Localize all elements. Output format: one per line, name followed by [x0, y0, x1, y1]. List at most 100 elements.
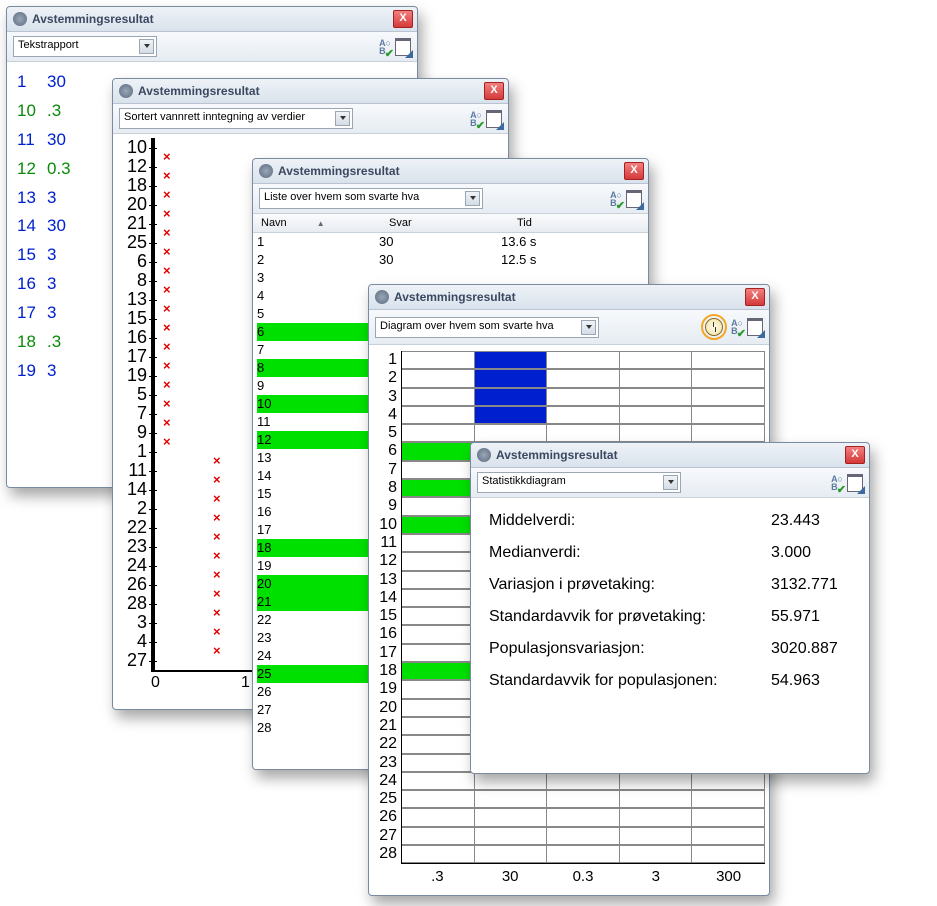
bar-cell: [547, 772, 620, 790]
close-icon[interactable]: X: [393, 10, 413, 28]
maximize-icon[interactable]: [486, 110, 502, 128]
x-mark-icon: ×: [163, 339, 171, 354]
y-axis: [151, 138, 155, 157]
clock-icon[interactable]: [705, 318, 723, 336]
titlebar[interactable]: Avstemmingsresultat X: [471, 443, 869, 468]
row-id: 17: [17, 299, 47, 328]
close-icon[interactable]: X: [745, 288, 765, 306]
row-label: 24: [373, 772, 401, 790]
row-label: 23: [121, 536, 147, 557]
bar-cell: [620, 388, 693, 406]
bar-cell: [402, 406, 475, 424]
row-label: 12: [121, 156, 147, 177]
y-axis: [151, 347, 155, 366]
bar-cell: [692, 351, 765, 369]
bar-row: 25: [373, 790, 765, 808]
ab-check-icon[interactable]: A○B✔: [731, 319, 743, 335]
bar-cell: [402, 369, 475, 387]
bar-cell: [402, 680, 475, 698]
view-select[interactable]: Statistikkdiagram: [477, 472, 681, 493]
y-axis: [151, 651, 155, 670]
cell-navn: 13: [257, 449, 379, 467]
bar-track: [401, 808, 765, 826]
ab-check-icon[interactable]: A○B✔: [610, 191, 622, 207]
view-select[interactable]: Tekstrapport: [13, 36, 157, 57]
list-row[interactable]: 13013.6 s: [257, 233, 644, 251]
maximize-icon[interactable]: [395, 38, 411, 56]
bar-track: [401, 772, 765, 790]
y-axis: [151, 366, 155, 385]
cell-navn: 19: [257, 557, 379, 575]
window-title: Avstemmingsresultat: [496, 448, 845, 462]
view-select[interactable]: Diagram over hvem som svarte hva: [375, 317, 599, 338]
stat-row: Standardavvik for prøvetaking:55.971: [489, 608, 851, 626]
x-mark-icon: ×: [163, 358, 171, 373]
bar-cell: [475, 369, 548, 387]
bar-cell: [475, 772, 548, 790]
row-label: 15: [373, 607, 401, 625]
view-select[interactable]: Liste over hvem som svarte hva: [259, 188, 483, 209]
y-axis: [151, 157, 155, 176]
x-mark-icon: ×: [163, 187, 171, 202]
bar-cell: [402, 516, 475, 534]
y-axis: [151, 480, 155, 499]
maximize-icon[interactable]: [747, 318, 763, 336]
row-label: 1: [373, 351, 401, 369]
row-label: 12: [373, 552, 401, 570]
x-mark-icon: ×: [213, 510, 221, 525]
y-axis: [151, 461, 155, 480]
bar-cell: [692, 369, 765, 387]
ab-check-icon[interactable]: A○B✔: [831, 475, 843, 491]
row-label: 24: [121, 555, 147, 576]
cell-navn: 6: [257, 323, 379, 341]
row-label: 10: [373, 516, 401, 534]
app-icon: [375, 290, 389, 304]
bar-cell: [402, 424, 475, 442]
cell-navn: 21: [257, 593, 379, 611]
bar-cell: [547, 351, 620, 369]
bar-cell: [402, 717, 475, 735]
x-mark-icon: ×: [163, 415, 171, 430]
close-icon[interactable]: X: [624, 162, 644, 180]
list-row[interactable]: 23012.5 s: [257, 251, 644, 269]
col-tid[interactable]: Tid: [513, 216, 644, 230]
stat-row: Middelverdi:23.443: [489, 512, 851, 530]
maximize-icon[interactable]: [847, 474, 863, 492]
cell-navn: 14: [257, 467, 379, 485]
y-axis: [151, 271, 155, 290]
stat-row: Standardavvik for populasjonen:54.963: [489, 672, 851, 690]
titlebar[interactable]: Avstemmingsresultat X: [113, 79, 508, 104]
titlebar[interactable]: Avstemmingsresultat X: [369, 285, 769, 310]
ab-check-icon[interactable]: A○B✔: [379, 39, 391, 55]
titlebar[interactable]: Avstemmingsresultat X: [253, 159, 648, 184]
row-label: 2: [373, 369, 401, 387]
row-label: 22: [373, 735, 401, 753]
view-select[interactable]: Sortert vannrett inntegning av verdier: [119, 108, 353, 129]
bar-cell: [402, 735, 475, 753]
y-axis: [151, 423, 155, 442]
maximize-icon[interactable]: [626, 190, 642, 208]
bar-cell: [402, 534, 475, 552]
bar-row: 1: [373, 351, 765, 369]
bar-cell: [692, 424, 765, 442]
ab-check-icon[interactable]: A○B✔: [470, 111, 482, 127]
bar-cell: [620, 351, 693, 369]
row-label: 11: [121, 460, 147, 481]
bar-row: 26: [373, 808, 765, 826]
titlebar[interactable]: Avstemmingsresultat X: [7, 7, 417, 32]
y-axis: [151, 442, 155, 461]
cell-navn: 4: [257, 287, 379, 305]
row-value: .3: [47, 97, 87, 126]
bar-row: 3: [373, 388, 765, 406]
row-label: 6: [373, 442, 401, 460]
y-axis: [151, 613, 155, 632]
close-icon[interactable]: X: [484, 82, 504, 100]
col-navn[interactable]: Navn▲: [257, 216, 385, 230]
col-svar[interactable]: Svar: [385, 216, 513, 230]
bar-track: [401, 388, 765, 406]
close-icon[interactable]: X: [845, 446, 865, 464]
cell-navn: 27: [257, 701, 379, 719]
y-axis: [151, 499, 155, 518]
bar-cell: [402, 754, 475, 772]
row-label: 6: [121, 251, 147, 272]
